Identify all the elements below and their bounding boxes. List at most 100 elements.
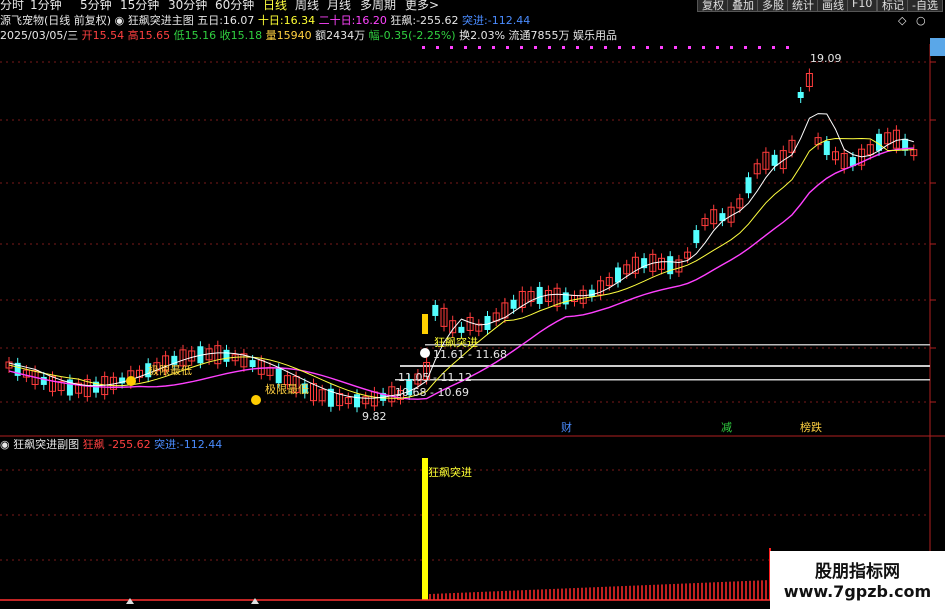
candle-body-down	[745, 177, 752, 194]
top-marker-dot	[618, 46, 621, 49]
sub-signal-label: 狂飙突进	[428, 466, 472, 479]
quote-date: 2025/03/05/三	[0, 29, 79, 42]
top-marker-dot	[632, 46, 635, 49]
news-tag-finance[interactable]: 财	[561, 419, 572, 435]
ma20-line	[8, 147, 914, 400]
extreme-low-mark-2: 极限最低	[265, 383, 309, 396]
close-label: 收	[219, 29, 231, 42]
settings-circle-icon[interactable]: ◉	[115, 14, 125, 27]
close-value: 15.18	[230, 29, 263, 42]
candle-body-down	[354, 394, 360, 408]
high-label: 高	[127, 29, 139, 42]
top-marker-dot	[534, 46, 537, 49]
candle-body-down	[588, 289, 595, 297]
top-marker-dot	[716, 46, 719, 49]
kline-chart-canvas[interactable]	[0, 0, 945, 609]
low-value: 15.16	[184, 29, 217, 42]
side-panel-tab[interactable]	[930, 38, 945, 56]
top-marker-dot	[506, 46, 509, 49]
kb-label: 狂飙:	[390, 14, 417, 27]
open-label: 开	[81, 29, 93, 42]
watermark-url: www.7gpzb.com	[783, 582, 932, 601]
watermark-title: 股朋指标网	[815, 562, 900, 582]
candle-body-down	[223, 349, 230, 362]
top-marker-dot	[688, 46, 691, 49]
level-1-label: 11.61 - 11.68	[433, 348, 507, 361]
high-value: 15.65	[138, 29, 171, 42]
float-label: 流通	[508, 29, 531, 42]
ma20-value: 16.20	[355, 14, 387, 27]
ma5-value: 16.07	[222, 14, 255, 27]
ma10-value: 16.34	[283, 14, 316, 27]
top-marker-dot	[660, 46, 663, 49]
top-marker-dot	[562, 46, 565, 49]
candle-body-down	[458, 326, 465, 333]
sub-triangle-marker	[251, 598, 259, 604]
top-marker-dot	[478, 46, 481, 49]
quote-row: 2025/03/05/三 开15.54 高15.65 低15.16 收15.18…	[0, 29, 617, 43]
main-indicator-name[interactable]: 狂飙突进主图	[128, 14, 194, 27]
level-line-1	[425, 344, 930, 346]
top-marker-dot	[758, 46, 761, 49]
breakout-candle	[422, 314, 428, 334]
top-marker-dot	[548, 46, 551, 49]
high-price-label: 19.09	[810, 52, 842, 65]
sub-settings-circle-icon[interactable]: ◉	[0, 438, 10, 451]
volume-label: 量	[265, 29, 277, 42]
top-marker-dot	[744, 46, 747, 49]
turnover-label: 换	[459, 29, 471, 42]
circle-icon[interactable]: ○	[916, 14, 926, 27]
top-marker-dot	[464, 46, 467, 49]
top-marker-dot	[730, 46, 733, 49]
top-marker-dot	[674, 46, 677, 49]
sub-kb-label: 狂飙	[82, 438, 105, 451]
top-marker-dot	[576, 46, 579, 49]
candle-body-down	[536, 286, 543, 304]
tj-label: 突进:	[462, 14, 488, 27]
sub-triangle-marker	[126, 598, 134, 604]
top-marker-dot	[422, 46, 425, 49]
low-price-label: 9.82	[362, 410, 387, 423]
candle-body-down	[249, 360, 256, 368]
top-marker-dot	[772, 46, 775, 49]
top-marker-dot	[492, 46, 495, 49]
main-indicator-header: 源飞宠物(日线 前复权) ◉ 狂飙突进主图 五日:16.07 十日:16.34 …	[0, 14, 530, 28]
ma5-label: 五日:	[197, 14, 223, 27]
coin-marker-icon	[126, 376, 136, 386]
float-value: 7855万	[530, 29, 570, 42]
sub-indicator-name[interactable]: 狂飙突进副图	[13, 438, 79, 451]
news-tag-ranking[interactable]: 榜跌	[800, 419, 822, 435]
change-value: -0.35(-2.25%)	[379, 29, 456, 42]
candle-body-down	[615, 267, 621, 283]
open-value: 15.54	[92, 29, 125, 42]
candle-body-down	[823, 141, 830, 156]
level-3-label: 10.68 - 10.69	[395, 386, 469, 399]
sub-tj-label: 突进:	[154, 438, 180, 451]
sub-tj-value: -112.44	[179, 438, 223, 451]
top-marker-dot	[786, 46, 789, 49]
coin-marker-icon	[251, 395, 261, 405]
ma10-label: 十日:	[257, 14, 284, 27]
turnover-value: 2.03%	[470, 29, 506, 42]
watermark-box: 股朋指标网 www.7gpzb.com	[770, 551, 945, 609]
sub-kb-value: -255.62	[108, 438, 151, 451]
diamond-icon[interactable]: ◇	[898, 14, 906, 27]
level-2-label: 11.05 - 11.12	[398, 371, 472, 384]
news-tag-reduce[interactable]: 减	[721, 419, 732, 435]
kb-value: -255.62	[416, 14, 459, 27]
tj-value: -112.44	[487, 14, 531, 27]
change-label: 幅	[368, 29, 380, 42]
top-marker-dot	[436, 46, 439, 49]
sector-label[interactable]: 娱乐用品	[573, 29, 617, 42]
top-marker-dot	[646, 46, 649, 49]
stock-name[interactable]: 源飞宠物(日线 前复权)	[0, 14, 111, 27]
candle-body-down	[510, 299, 517, 309]
amount-label: 额	[315, 29, 327, 42]
amount-value: 2434万	[326, 29, 366, 42]
sub-indicator-header: ◉ 狂飙突进副图 狂飙 -255.62 突进:-112.44	[0, 438, 222, 452]
level-line-2	[400, 365, 930, 367]
top-marker-dot	[590, 46, 593, 49]
candle-body-down	[771, 154, 778, 166]
candle-body-down	[797, 92, 804, 98]
extreme-low-mark-1: 极限最低	[148, 364, 192, 377]
